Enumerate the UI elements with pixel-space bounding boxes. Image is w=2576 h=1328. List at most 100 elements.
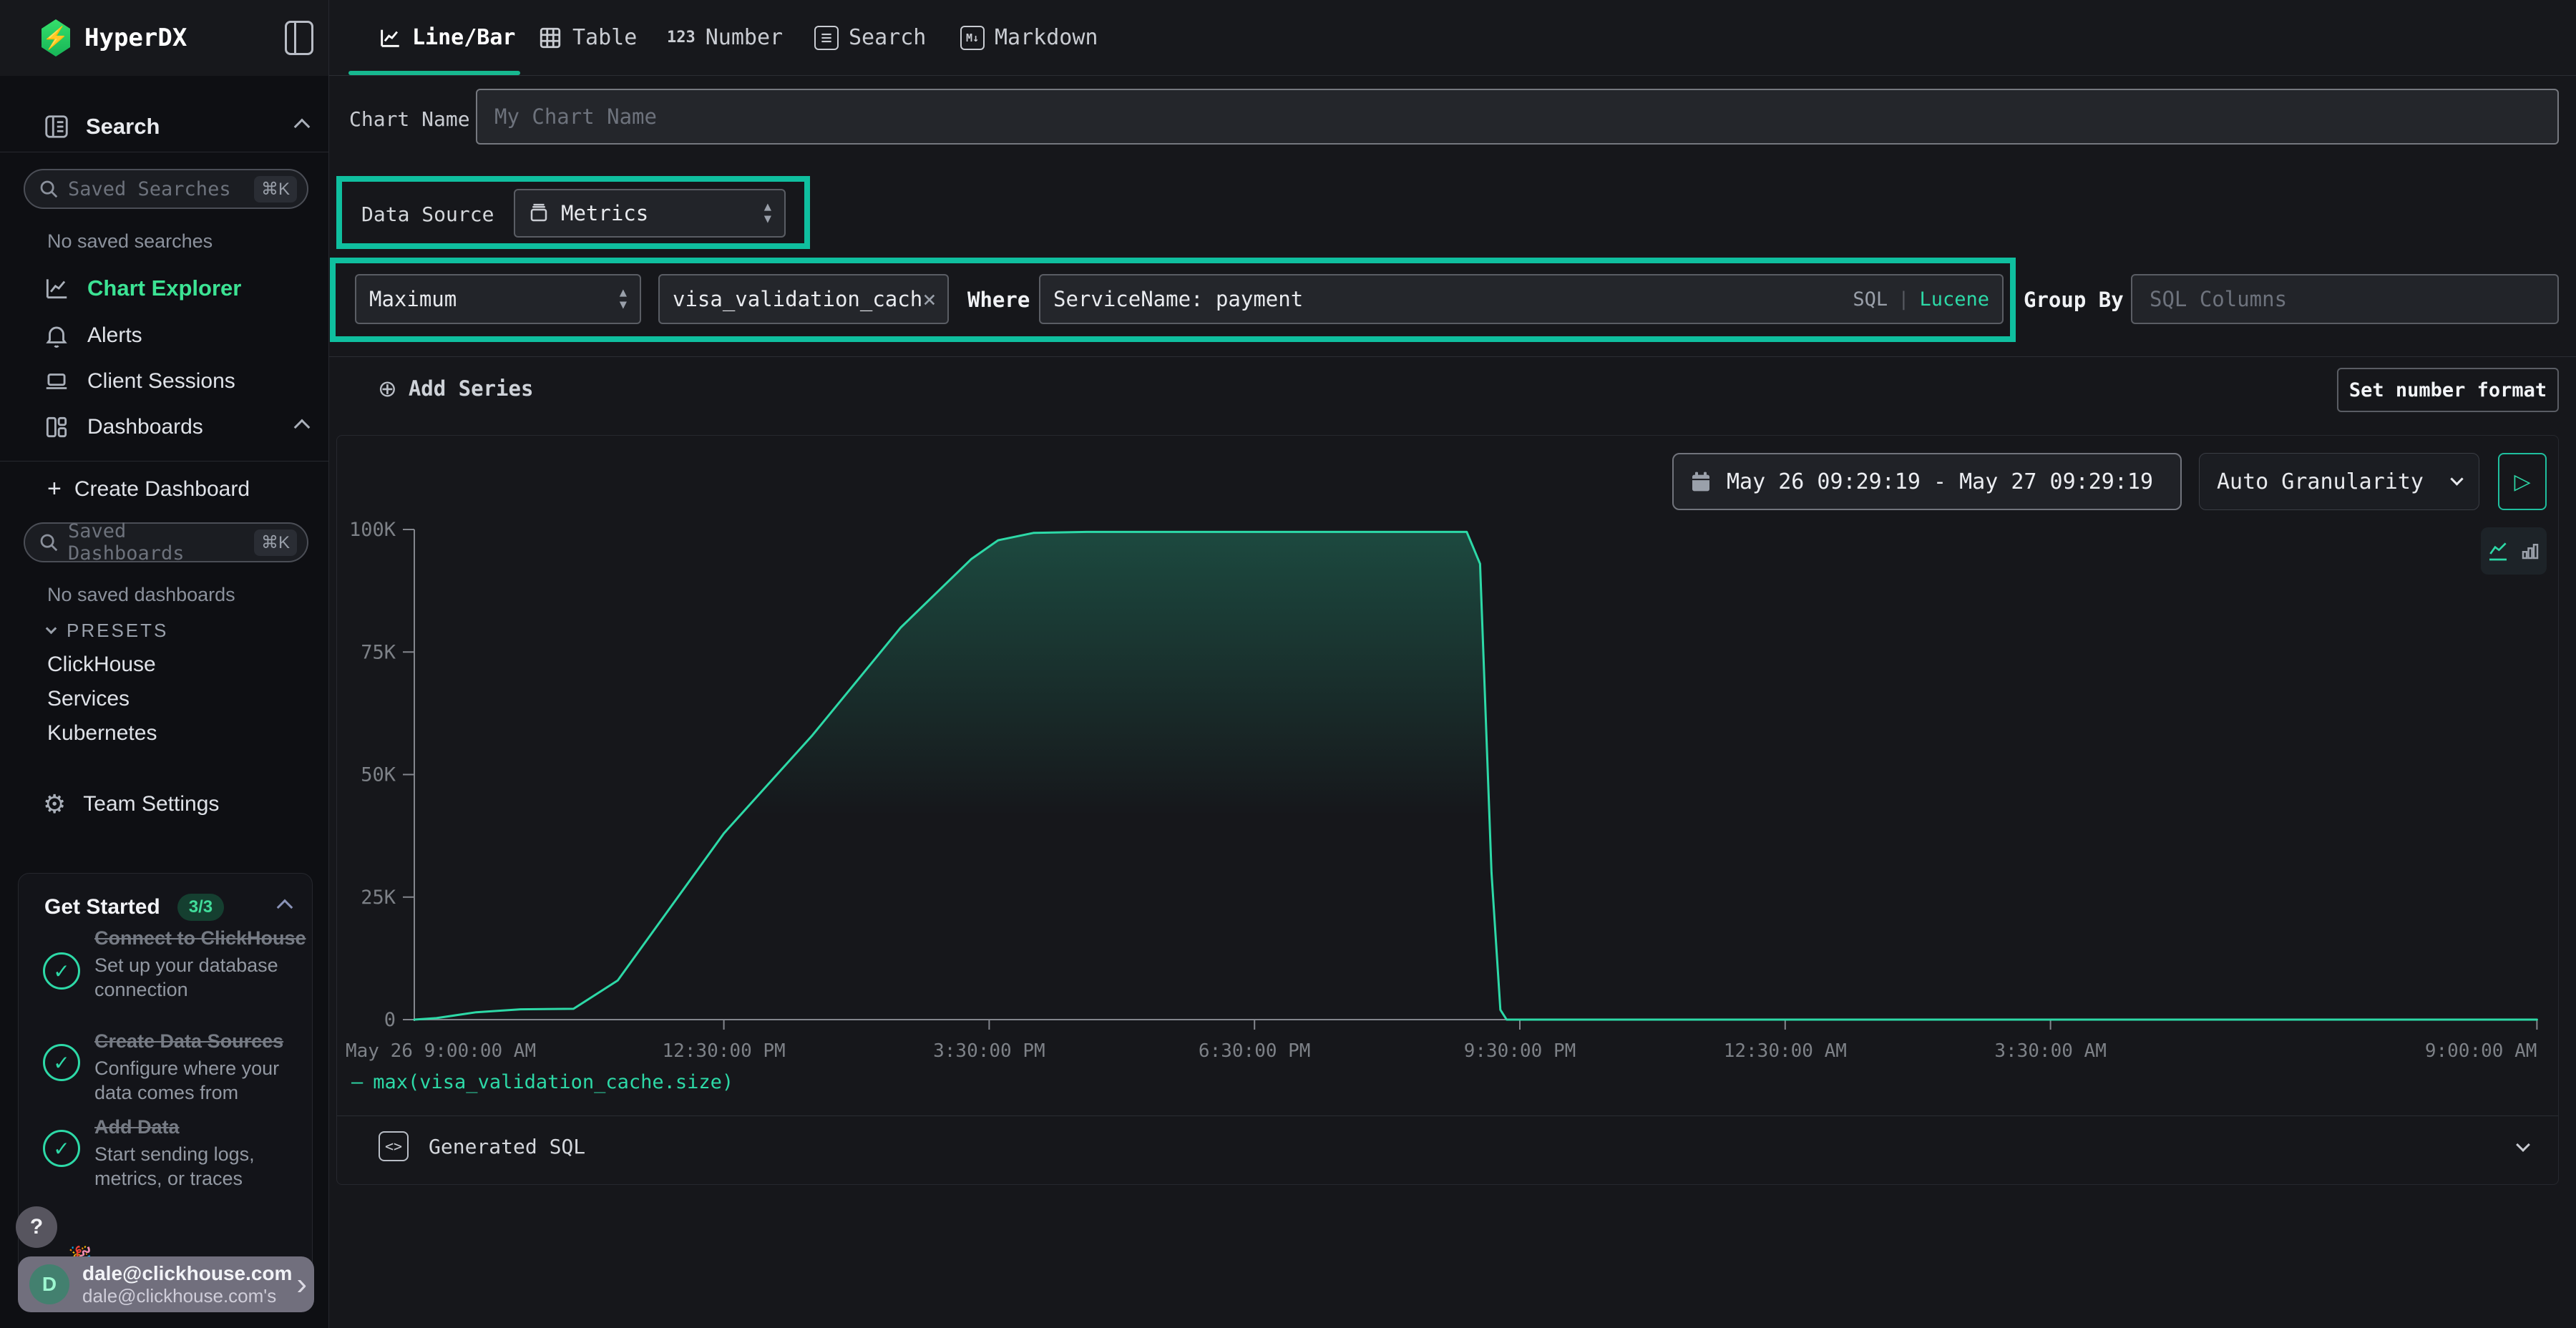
gs-item-title: Create Data Sources [94, 1030, 306, 1054]
dashboards-icon [43, 414, 70, 441]
gear-icon: ⚙ [43, 791, 66, 817]
hyperdx-logo-icon: ⚡ [42, 19, 70, 57]
journal-icon [43, 113, 70, 140]
gs-item-check: ✓ [43, 952, 80, 990]
sidebar-section-search[interactable]: Search [43, 113, 308, 140]
sql-mode-toggle[interactable]: SQL [1853, 288, 1888, 311]
chart-type-tabbar: Line/Bar Table 123 Number Search M↓ Mark… [329, 0, 2576, 76]
legend-dash-icon: — [351, 1071, 363, 1093]
sidebar-item-alerts[interactable]: Alerts [43, 322, 142, 349]
gs-item-add-data[interactable]: Add Data Start sending logs, metrics, or… [94, 1115, 306, 1191]
table-grid-icon [538, 26, 562, 50]
sidebar-collapse-button[interactable] [285, 21, 313, 55]
sidebar-item-client-sessions[interactable]: Client Sessions [43, 368, 235, 395]
gs-item-check: ✓ [43, 1044, 80, 1081]
group-by-input[interactable] [2131, 274, 2559, 324]
code-icon: <> [379, 1131, 409, 1161]
create-dashboard-button[interactable]: + Create Dashboard [47, 475, 250, 503]
hyperdx-logo[interactable]: ⚡ HyperDX [42, 19, 187, 57]
svg-text:12:30:00 AM: 12:30:00 AM [1724, 1040, 1847, 1062]
svg-text:3:30:00 PM: 3:30:00 PM [933, 1040, 1045, 1062]
sql-row-divider [337, 1115, 2558, 1116]
set-number-format-button[interactable]: Set number format [2337, 368, 2559, 412]
line-chart-icon [378, 26, 402, 50]
user-email: dale@clickhouse.com [82, 1262, 296, 1285]
panel-collapse-icon [285, 21, 313, 55]
tab-number[interactable]: 123 Number [667, 0, 783, 75]
team-settings-label: Team Settings [83, 792, 219, 816]
tab-line-bar[interactable]: Line/Bar [378, 0, 516, 75]
search-icon [38, 178, 59, 200]
lucene-mode-toggle[interactable]: Lucene [1919, 288, 1989, 311]
bell-icon [43, 322, 70, 349]
chevron-down-icon [46, 623, 57, 635]
sidebar-section-dashboards[interactable]: Dashboards [43, 414, 308, 441]
data-source-select[interactable]: Metrics ▲▼ [514, 189, 786, 238]
chevron-up-icon [294, 119, 311, 135]
svg-text:9:00:00 AM: 9:00:00 AM [2425, 1040, 2537, 1062]
help-button[interactable]: ? [16, 1206, 57, 1248]
get-started-title: Get Started [44, 895, 160, 919]
aggregation-value: Maximum [369, 287, 457, 311]
gs-item-check: ✓ [43, 1130, 80, 1167]
presets-toggle[interactable]: PRESETS [47, 620, 168, 642]
remove-metric-icon[interactable]: × [922, 285, 936, 313]
sidebar-header: ⚡ HyperDX [0, 0, 328, 76]
sidebar-item-chart-explorer[interactable]: Chart Explorer [43, 275, 241, 302]
search-section-label: Search [86, 114, 160, 140]
chart-legend[interactable]: — max(visa_validation_cache.size) [351, 1071, 733, 1093]
svg-text:9:30:00 PM: 9:30:00 PM [1464, 1040, 1576, 1062]
saved-dashboards-placeholder: Saved Dashboards [68, 520, 254, 565]
svg-text:12:30:00 PM: 12:30:00 PM [663, 1040, 786, 1062]
search-icon [38, 532, 59, 553]
active-tab-underline [348, 71, 520, 75]
chart-name-input[interactable] [476, 89, 2559, 145]
generated-sql-toggle[interactable]: <> Generated SQL [379, 1131, 585, 1161]
main-content: Chart Name Data Source Metrics ▲▼ Maximu… [329, 76, 2576, 1328]
tab-label: Number [706, 25, 783, 50]
group-by-label: Group By [2024, 288, 2124, 312]
svg-text:May 26 9:00:00 AM: May 26 9:00:00 AM [346, 1040, 536, 1062]
markdown-icon: M↓ [960, 26, 985, 50]
storage-box-icon [528, 202, 550, 224]
sidebar-divider [0, 461, 328, 462]
gs-item-desc: Set up your database connection [94, 954, 306, 1002]
add-series-button[interactable]: ⊕ Add Series [378, 375, 533, 402]
preset-clickhouse[interactable]: ClickHouse [47, 653, 156, 677]
saved-searches-input[interactable]: Saved Searches ⌘K [24, 169, 308, 209]
saved-dashboards-input[interactable]: Saved Dashboards ⌘K [24, 522, 308, 562]
data-source-value: Metrics [561, 201, 648, 225]
preset-kubernetes[interactable]: Kubernetes [47, 721, 157, 746]
preset-services[interactable]: Services [47, 687, 130, 711]
where-label: Where [967, 288, 1030, 312]
svg-text:75K: 75K [361, 641, 396, 663]
list-doc-icon [814, 26, 839, 50]
laptop-icon [43, 368, 70, 395]
gs-item-data-sources[interactable]: Create Data Sources Configure where your… [94, 1030, 306, 1105]
sidebar-item-team-settings[interactable]: ⚙ Team Settings [43, 791, 219, 817]
gs-item-connect[interactable]: Connect to ClickHouse Set up your databa… [94, 927, 306, 1002]
tab-search[interactable]: Search [814, 0, 926, 75]
data-source-label: Data Source [361, 202, 494, 226]
section-divider [329, 356, 2576, 357]
toggle-divider: | [1898, 288, 1909, 311]
app-title: HyperDX [84, 24, 187, 52]
metric-chip[interactable]: visa_validation_cach × [658, 274, 949, 324]
aggregation-select[interactable]: Maximum ▲▼ [355, 274, 641, 324]
sidebar-item-label: Alerts [87, 323, 142, 348]
updown-chevrons-icon: ▲▼ [620, 288, 627, 311]
chevron-up-icon[interactable] [277, 899, 293, 916]
plus-circle-icon: ⊕ [378, 375, 397, 402]
where-input[interactable]: ServiceName: payment SQL | Lucene [1039, 274, 2004, 324]
svg-text:50K: 50K [361, 764, 396, 786]
user-menu[interactable]: D dale@clickhouse.com dale@clickhouse.co… [18, 1256, 314, 1312]
shortcut-badge: ⌘K [254, 529, 297, 556]
svg-text:3:30:00 AM: 3:30:00 AM [1994, 1040, 2107, 1062]
tab-label: Table [572, 25, 637, 50]
tab-markdown[interactable]: M↓ Markdown [960, 0, 1098, 75]
tab-table[interactable]: Table [538, 0, 637, 75]
chevron-up-icon [294, 419, 311, 436]
svg-text:25K: 25K [361, 887, 396, 909]
tab-label: Line/Bar [412, 25, 516, 50]
gs-item-desc: Start sending logs, metrics, or traces [94, 1143, 306, 1191]
